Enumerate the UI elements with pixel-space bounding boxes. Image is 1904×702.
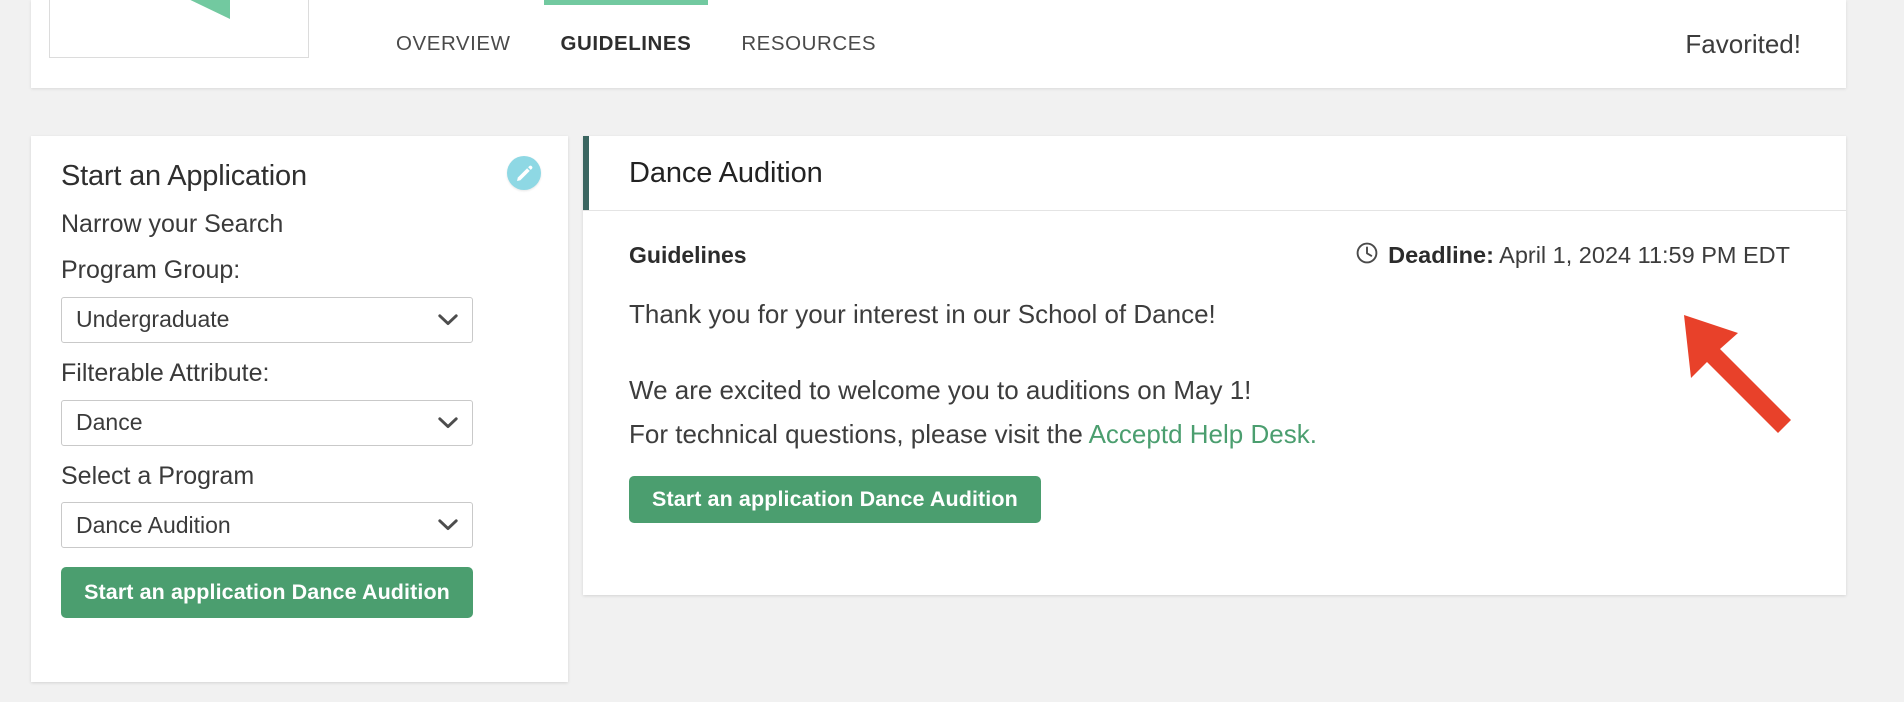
guidelines-paragraph-1: Thank you for your interest in our Schoo… <box>629 299 1216 329</box>
guidelines-deadline-row: Guidelines Deadline: April 1, 2024 11:59… <box>629 241 1800 270</box>
guidelines-paragraph-3-prefix: For technical questions, please visit th… <box>629 418 1089 449</box>
clock-icon <box>1355 241 1379 270</box>
guidelines-paragraph-2: We are excited to welcome you to auditio… <box>629 374 1252 405</box>
sidebar-start-application-button[interactable]: Start an application Dance Audition <box>61 567 473 619</box>
panel-start-application-label: Start an application Dance Audition <box>652 487 1018 512</box>
page-root: OVERVIEW GUIDELINES RESOURCES Favorited!… <box>0 0 1904 702</box>
deadline-badge: Deadline: April 1, 2024 11:59 PM EDT <box>1355 241 1800 270</box>
deadline-value: April 1, 2024 11:59 PM EDT <box>1499 242 1790 268</box>
chevron-down-icon <box>438 417 458 429</box>
guidelines-heading: Guidelines <box>629 242 747 268</box>
top-header-bar: OVERVIEW GUIDELINES RESOURCES Favorited! <box>31 0 1846 88</box>
tab-resources[interactable]: RESOURCES <box>716 0 901 88</box>
deadline-label: Deadline: <box>1388 242 1494 268</box>
tab-overview-label: OVERVIEW <box>396 32 511 55</box>
guidelines-panel-body: Guidelines Deadline: April 1, 2024 11:59… <box>583 211 1846 524</box>
guidelines-panel: Dance Audition Guidelines Deadline: Apri… <box>583 136 1846 595</box>
program-group-select[interactable]: Undergraduate <box>61 296 473 343</box>
page-title: Dance Audition <box>629 156 823 189</box>
chevron-down-icon <box>438 314 458 326</box>
sidebar-title: Start an Application <box>61 160 307 192</box>
favorited-button[interactable]: Favorited! <box>1685 0 1801 88</box>
tab-guidelines-label: GUIDELINES <box>560 32 692 55</box>
filterable-attribute-value: Dance <box>76 409 143 436</box>
program-group-value: Undergraduate <box>76 306 230 333</box>
acceptd-help-desk-link[interactable]: Acceptd Help Desk. <box>1089 419 1317 449</box>
start-application-card: Start an Application Narrow your Search … <box>31 136 568 682</box>
tab-resources-label: RESOURCES <box>741 32 877 55</box>
favorited-label: Favorited! <box>1685 28 1801 59</box>
start-application-card-body: Start an Application Narrow your Search … <box>31 136 568 682</box>
select-program-label: Select a Program <box>61 461 255 490</box>
select-program-select[interactable]: Dance Audition <box>61 502 473 549</box>
tab-guidelines[interactable]: GUIDELINES <box>536 0 717 88</box>
guidelines-paragraph-3: For technical questions, please visit th… <box>629 418 1800 452</box>
filterable-attribute-label: Filterable Attribute: <box>61 358 270 387</box>
logo-container <box>49 0 309 58</box>
tab-bar: OVERVIEW GUIDELINES RESOURCES <box>371 0 901 88</box>
program-group-label: Program Group: <box>61 256 241 285</box>
select-program-value: Dance Audition <box>76 511 231 538</box>
deadline-text: Deadline: April 1, 2024 11:59 PM EDT <box>1388 242 1790 269</box>
sidebar-subtitle: Narrow your Search <box>61 209 284 238</box>
guidelines-panel-header: Dance Audition <box>583 136 1846 211</box>
filterable-attribute-select[interactable]: Dance <box>61 399 473 446</box>
pencil-icon[interactable] <box>507 156 541 190</box>
chevron-down-icon <box>438 519 458 531</box>
panel-start-application-button[interactable]: Start an application Dance Audition <box>629 476 1041 524</box>
tab-overview[interactable]: OVERVIEW <box>371 0 536 88</box>
sidebar-start-application-label: Start an application Dance Audition <box>84 580 450 605</box>
